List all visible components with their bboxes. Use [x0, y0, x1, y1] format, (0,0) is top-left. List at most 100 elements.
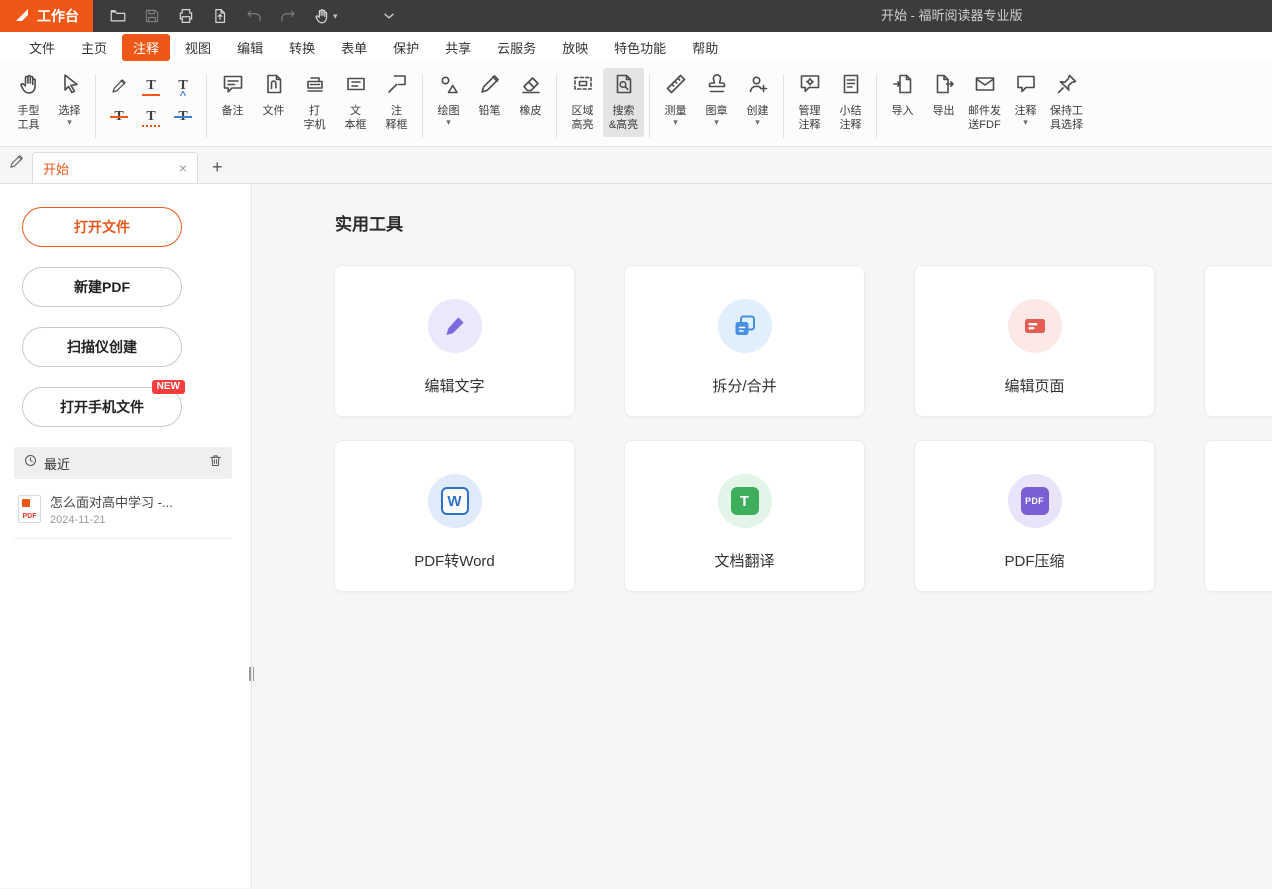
menu-item-convert[interactable]: 转换 [278, 34, 326, 61]
split-merge-icon [718, 299, 772, 353]
scanner-create-button[interactable]: 扫描仪创建 [22, 327, 182, 367]
card-pdf-compress[interactable]: PDF PDF压缩 [914, 440, 1155, 592]
menu-item-form[interactable]: 表单 [330, 34, 378, 61]
strikeout-text-icon[interactable] [105, 103, 133, 131]
open-file-button[interactable]: 打开文件 [22, 207, 182, 247]
callout-icon [385, 72, 409, 101]
redo-icon[interactable] [279, 7, 297, 25]
menu-item-home[interactable]: 主页 [70, 34, 118, 61]
ribbon-summarize-comments-button[interactable]: 小结 注释 [830, 68, 871, 137]
recent-file-item[interactable]: PDF 怎么面对高中学习 -... 2024-11-21 [14, 489, 232, 539]
tab-label: 开始 [43, 159, 179, 178]
ribbon-search-highlight-button[interactable]: 搜索 &高亮 [603, 68, 644, 137]
hand-tool-quick-button[interactable] [313, 7, 338, 25]
ribbon-separator [556, 74, 557, 138]
comment-bubble-icon [1014, 72, 1038, 101]
tabbar: 开始 × + [0, 147, 1272, 184]
new-pdf-button[interactable]: 新建PDF [22, 267, 182, 307]
drawing-icon [437, 72, 461, 101]
ribbon-separator [783, 74, 784, 138]
card-label: 拆分/合并 [712, 375, 776, 396]
ribbon-comments-button[interactable]: 注释 [1005, 68, 1046, 131]
menu-item-comment[interactable]: 注释 [122, 34, 170, 61]
card-edit-text[interactable]: 编辑文字 [334, 265, 575, 417]
ribbon-email-fdf-button[interactable]: 邮件发 送FDF [964, 68, 1005, 137]
eraser-icon [519, 72, 543, 101]
ribbon-file-attachment-button[interactable]: 文件 [253, 68, 294, 122]
open-mobile-file-button[interactable]: 打开手机文件 NEW [22, 387, 182, 427]
pdf-file-icon: PDF [18, 495, 41, 523]
replace-text-icon[interactable] [169, 103, 197, 131]
hand-icon [17, 72, 41, 101]
highlight-text-icon[interactable] [105, 72, 133, 100]
ribbon-drawing-button[interactable]: 绘图 [428, 68, 469, 131]
note-icon [221, 72, 245, 101]
ribbon-area-highlight-button[interactable]: 区域 高亮 [562, 68, 603, 137]
insert-text-icon[interactable] [169, 72, 197, 100]
collapse-ribbon-icon[interactable] [380, 7, 398, 25]
ribbon-note-button[interactable]: 备注 [212, 68, 253, 122]
textbox-icon [344, 72, 368, 101]
open-folder-icon[interactable] [109, 7, 127, 25]
card-split-merge[interactable]: 拆分/合并 [624, 265, 865, 417]
ribbon-callout-button[interactable]: 注 释框 [376, 68, 417, 137]
ribbon-measure-button[interactable]: 测量 [655, 68, 696, 131]
ribbon-manage-comments-button[interactable]: 管理 注释 [789, 68, 830, 137]
ribbon-eraser-button[interactable]: 橡皮 [510, 68, 551, 122]
menu-item-file[interactable]: 文件 [18, 34, 66, 61]
clock-icon [23, 453, 38, 473]
close-icon[interactable]: × [179, 160, 187, 176]
share-page-icon[interactable] [211, 7, 229, 25]
card-pdf-to-word[interactable]: W PDF转Word [334, 440, 575, 592]
ribbon-import-button[interactable]: 导入 [882, 68, 923, 122]
menu-item-view[interactable]: 视图 [174, 34, 222, 61]
text-markup-group [101, 72, 201, 131]
trash-icon[interactable] [208, 453, 223, 473]
menu-item-edit[interactable]: 编辑 [226, 34, 274, 61]
card-label: 文档翻译 [714, 550, 774, 571]
workspace-button[interactable]: 工作台 [0, 0, 93, 32]
ribbon-separator [876, 74, 877, 138]
undo-icon[interactable] [245, 7, 263, 25]
ribbon-separator [649, 74, 650, 138]
sidebar-resize-handle[interactable] [249, 667, 256, 681]
workspace-label: 工作台 [37, 6, 79, 26]
menu-item-slideshow[interactable]: 放映 [551, 34, 599, 61]
menubar: 文件 主页 注释 视图 编辑 转换 表单 保护 共享 云服务 放映 特色功能 帮… [0, 32, 1272, 62]
doc-translate-icon: T [718, 474, 772, 528]
menu-item-features[interactable]: 特色功能 [603, 34, 677, 61]
ribbon-pencil-button[interactable]: 铅笔 [469, 68, 510, 122]
ribbon-select-button[interactable]: 选择 [49, 68, 90, 131]
print-icon[interactable] [177, 7, 195, 25]
ribbon-typewriter-button[interactable]: 打 字机 [294, 68, 335, 137]
ribbon-create-button[interactable]: 创建 [737, 68, 778, 131]
ribbon-stamp-button[interactable]: 图章 [696, 68, 737, 131]
pencil-icon[interactable] [8, 153, 25, 175]
menu-item-share[interactable]: 共享 [434, 34, 482, 61]
wavy-underline-icon[interactable] [137, 103, 165, 131]
ribbon-textbox-button[interactable]: 文 本框 [335, 68, 376, 137]
new-tab-button[interactable]: + [212, 158, 223, 176]
dropdown-arrow-icon [446, 118, 451, 127]
ribbon-export-button[interactable]: 导出 [923, 68, 964, 122]
card-partial[interactable] [1204, 440, 1272, 592]
save-icon[interactable] [143, 7, 161, 25]
summarize-icon [839, 72, 863, 101]
ribbon-keep-tool-button[interactable]: 保持工 具选择 [1046, 68, 1087, 137]
ribbon-separator [95, 74, 96, 138]
tab-start[interactable]: 开始 × [32, 152, 198, 183]
ribbon-hand-tool-button[interactable]: 手型 工具 [8, 68, 49, 137]
menu-item-help[interactable]: 帮助 [681, 34, 729, 61]
card-partial[interactable] [1204, 265, 1272, 417]
dropdown-arrow-icon [1023, 118, 1028, 127]
ruler-icon [664, 72, 688, 101]
area-highlight-icon [571, 72, 595, 101]
dropdown-arrow-icon [333, 12, 338, 21]
menu-item-protect[interactable]: 保护 [382, 34, 430, 61]
stamp-icon [705, 72, 729, 101]
underline-text-icon[interactable] [137, 72, 165, 100]
card-edit-pages[interactable]: 编辑页面 [914, 265, 1155, 417]
cursor-icon [58, 72, 82, 101]
menu-item-cloud[interactable]: 云服务 [486, 34, 547, 61]
card-doc-translate[interactable]: T 文档翻译 [624, 440, 865, 592]
